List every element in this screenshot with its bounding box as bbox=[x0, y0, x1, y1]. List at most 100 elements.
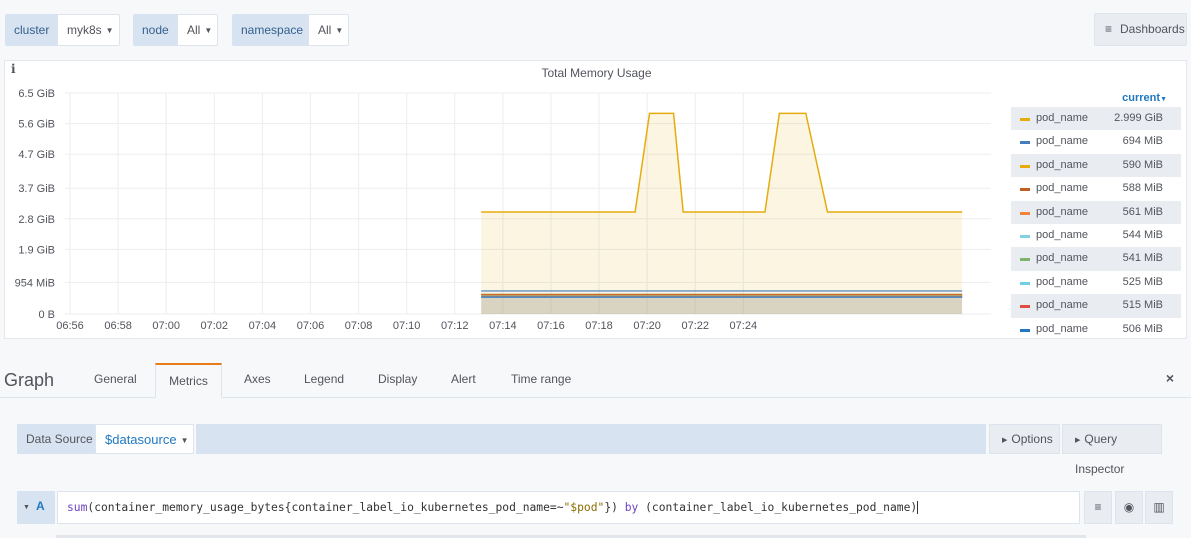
query-function: sum bbox=[67, 501, 88, 514]
legend-series-name[interactable]: pod_name bbox=[1036, 177, 1088, 200]
legend-header-label: current bbox=[1122, 92, 1161, 104]
trash-icon[interactable]: ▥ bbox=[1145, 491, 1173, 524]
x-tick-label: 07:10 bbox=[393, 320, 421, 332]
series-area bbox=[481, 113, 963, 315]
legend-item[interactable]: pod_name 525 MiB bbox=[1011, 271, 1181, 294]
tab-metrics[interactable]: Metrics bbox=[155, 363, 222, 398]
x-tick-label: 07:14 bbox=[489, 320, 517, 332]
legend-item[interactable]: pod_name 694 MiB bbox=[1011, 130, 1181, 153]
tab-legend[interactable]: Legend bbox=[304, 372, 344, 386]
legend-item[interactable]: pod_name 590 MiB bbox=[1011, 153, 1181, 178]
legend-series-name[interactable]: pod_name bbox=[1036, 154, 1088, 177]
legend-item[interactable]: pod_name 515 MiB bbox=[1011, 294, 1181, 318]
legend-series-name[interactable]: pod_name bbox=[1036, 130, 1088, 153]
legend-series-name[interactable]: pod_name bbox=[1036, 107, 1088, 130]
x-tick-label: 07:16 bbox=[537, 320, 565, 332]
x-tick-label: 06:56 bbox=[56, 320, 84, 332]
caret-right-icon: ▶ bbox=[1002, 437, 1008, 444]
legend-series-name[interactable]: pod_name bbox=[1036, 318, 1088, 341]
query-menu-icon[interactable]: ≡ bbox=[1084, 491, 1112, 524]
query-group-label: (container_label_io_kubernetes_pod_name) bbox=[638, 501, 918, 514]
variable-select-namespace[interactable]: All ▼ bbox=[308, 14, 349, 46]
legend-swatch[interactable] bbox=[1020, 188, 1030, 192]
x-tick-label: 07:04 bbox=[249, 320, 277, 332]
eye-icon[interactable]: ◉ bbox=[1115, 491, 1143, 524]
y-tick-label: 1.9 GiB bbox=[18, 244, 55, 256]
caret-down-icon: ▼ bbox=[23, 504, 30, 511]
legend-series-name[interactable]: pod_name bbox=[1036, 294, 1088, 317]
x-tick-label: 07:08 bbox=[345, 320, 373, 332]
x-tick-label: 07:00 bbox=[152, 320, 180, 332]
tab-time-range[interactable]: Time range bbox=[511, 372, 571, 386]
x-tick-label: 07:22 bbox=[681, 320, 709, 332]
tab-axes[interactable]: Axes bbox=[244, 372, 271, 386]
caret-right-icon: ▶ bbox=[1075, 437, 1081, 444]
x-tick-label: 07:18 bbox=[585, 320, 613, 332]
x-tick-label: 07:12 bbox=[441, 320, 469, 332]
legend-sort-current[interactable]: current▼ bbox=[1011, 89, 1181, 107]
legend-series-name[interactable]: pod_name bbox=[1036, 201, 1088, 224]
query-ref-letter: A bbox=[35, 499, 45, 513]
query-row: ▼ A sum(container_memory_usage_bytes{cont… bbox=[17, 491, 1191, 538]
datasource-select[interactable]: $datasource ▼ bbox=[95, 424, 194, 454]
legend: current▼ pod_name 2.999 GiB pod_name 694 Mi… bbox=[1011, 89, 1181, 341]
legend-swatch[interactable] bbox=[1020, 141, 1030, 145]
legend-swatch[interactable] bbox=[1020, 234, 1030, 238]
legend-swatch[interactable] bbox=[1020, 164, 1030, 168]
query-collapse-toggle[interactable]: ▼ A bbox=[17, 491, 55, 524]
legend-current-value: 515 MiB bbox=[1122, 299, 1163, 312]
legend-item[interactable]: pod_name 506 MiB bbox=[1011, 318, 1181, 341]
series-line bbox=[481, 112, 963, 213]
variable-label-node: node bbox=[133, 14, 177, 46]
datasource-value: $datasource bbox=[105, 432, 177, 447]
legend-current-value: 561 MiB bbox=[1122, 205, 1163, 218]
y-tick-label: 2.8 GiB bbox=[18, 214, 55, 226]
x-tick-label: 07:24 bbox=[730, 320, 758, 332]
variable-select-node[interactable]: All ▼ bbox=[177, 14, 218, 46]
variable-label-namespace: namespace bbox=[232, 14, 308, 46]
legend-series-name[interactable]: pod_name bbox=[1036, 224, 1088, 247]
legend-current-value: 544 MiB bbox=[1122, 228, 1163, 241]
variable-value-cluster: myk8s bbox=[67, 23, 102, 37]
legend-swatch[interactable] bbox=[1020, 328, 1030, 332]
legend-item[interactable]: pod_name 2.999 GiB bbox=[1011, 107, 1181, 131]
tab-general[interactable]: General bbox=[94, 372, 137, 386]
legend-swatch[interactable] bbox=[1020, 118, 1030, 121]
options-button-label: Options bbox=[1011, 432, 1053, 446]
legend-series-name[interactable]: pod_name bbox=[1036, 247, 1088, 270]
legend-current-value: 506 MiB bbox=[1122, 322, 1163, 335]
legend-current-value: 2.999 GiB bbox=[1114, 112, 1163, 124]
legend-item[interactable]: pod_name 561 MiB bbox=[1011, 200, 1181, 224]
tab-alert[interactable]: Alert bbox=[451, 372, 476, 386]
query-inspector-button[interactable]: ▶ Query Inspector bbox=[1062, 424, 1162, 476]
close-icon[interactable]: × bbox=[1166, 370, 1174, 386]
x-tick-label: 06:58 bbox=[104, 320, 132, 332]
tab-display[interactable]: Display bbox=[378, 372, 417, 386]
legend-item[interactable]: pod_name 541 MiB bbox=[1011, 247, 1181, 271]
dashboards-button[interactable]: ≡ Dashboards bbox=[1094, 13, 1187, 46]
legend-swatch[interactable] bbox=[1020, 211, 1030, 215]
y-tick-label: 954 MiB bbox=[15, 277, 55, 289]
editor-title: Graph bbox=[4, 370, 55, 390]
graph-panel: i Total Memory Usage 0 B 954 MiB 1.9 GiB 2.… bbox=[4, 60, 1187, 339]
legend-swatch[interactable] bbox=[1020, 281, 1030, 285]
legend-swatch[interactable] bbox=[1020, 258, 1030, 262]
caret-down-icon: ▼ bbox=[1160, 96, 1167, 103]
menu-icon: ≡ bbox=[1105, 22, 1113, 36]
variable-value-node: All bbox=[187, 23, 201, 37]
legend-current-value: 590 MiB bbox=[1122, 158, 1163, 171]
legend-current-value: 525 MiB bbox=[1122, 275, 1163, 288]
legend-item[interactable]: pod_name 588 MiB bbox=[1011, 177, 1181, 200]
legend-current-value: 541 MiB bbox=[1122, 252, 1163, 265]
query-string-literal: "$pod" bbox=[563, 501, 605, 514]
legend-item[interactable]: pod_name 544 MiB bbox=[1011, 224, 1181, 247]
caret-down-icon: ▼ bbox=[180, 436, 189, 445]
datasource-spacer bbox=[196, 424, 986, 454]
options-button[interactable]: ▶ Options bbox=[989, 424, 1060, 454]
memory-chart: 0 B 954 MiB 1.9 GiB 2.8 GiB 3.7 GiB 4.7 GiB 5.… bbox=[15, 88, 991, 332]
legend-swatch[interactable] bbox=[1020, 305, 1030, 309]
query-input[interactable]: sum(container_memory_usage_bytes{contain… bbox=[57, 491, 1080, 524]
legend-series-name[interactable]: pod_name bbox=[1036, 271, 1088, 294]
variable-select-cluster[interactable]: myk8s ▼ bbox=[57, 14, 120, 46]
variable-label-cluster: cluster bbox=[5, 14, 57, 46]
